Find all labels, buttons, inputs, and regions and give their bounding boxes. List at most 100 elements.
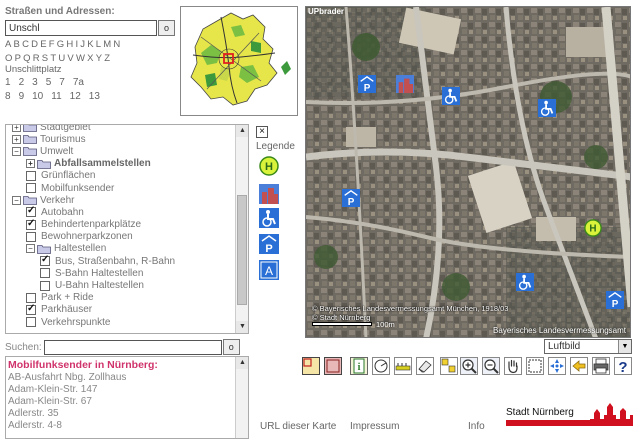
- letter-index-link[interactable]: Z: [104, 53, 110, 64]
- map-view-icon[interactable]: [302, 357, 320, 375]
- back-arrow-icon[interactable]: [570, 357, 588, 375]
- house-number-link[interactable]: 7a: [73, 77, 84, 88]
- zoom-out-icon[interactable]: [482, 357, 500, 375]
- scroll-up-icon[interactable]: ▲: [236, 357, 248, 369]
- letter-index-link[interactable]: H: [66, 39, 73, 50]
- letter-index-link[interactable]: D: [31, 39, 38, 50]
- info-icon[interactable]: i: [350, 357, 368, 375]
- results-scrollbar[interactable]: ▲: [235, 357, 248, 438]
- expand-icon[interactable]: +: [12, 134, 21, 144]
- overview-map[interactable]: [180, 6, 298, 116]
- result-item[interactable]: Adlerstr. 4-8: [6, 420, 248, 432]
- expand-icon[interactable]: +: [26, 159, 35, 169]
- letter-index-link[interactable]: V: [67, 53, 74, 64]
- layer-tree-item[interactable]: S-Bahn Haltestellen: [6, 267, 234, 279]
- overview-toggle-icon[interactable]: [324, 357, 342, 375]
- layer-tree-scrollbar[interactable]: ▲ ▼: [235, 125, 248, 333]
- layer-checkbox[interactable]: [40, 254, 50, 267]
- house-number-link[interactable]: 1: [5, 77, 11, 88]
- layer-checkbox[interactable]: [26, 292, 36, 303]
- letter-index-link[interactable]: Q: [23, 53, 31, 64]
- layer-tree-item[interactable]: Parkhäuser: [6, 303, 234, 316]
- letter-index-link[interactable]: M: [103, 39, 111, 50]
- city-logo[interactable]: Stadt Nürnberg: [506, 403, 634, 433]
- layer-tree-item[interactable]: Verkehrspunkte: [6, 316, 234, 328]
- letter-index-link[interactable]: N: [113, 39, 120, 50]
- letter-index-link[interactable]: I: [75, 39, 78, 50]
- layer-checkbox[interactable]: [40, 280, 50, 291]
- layer-checkbox[interactable]: [26, 303, 36, 315]
- layer-checkbox[interactable]: [26, 183, 36, 194]
- house-number-link[interactable]: 12: [70, 91, 81, 102]
- letter-index-link[interactable]: E: [40, 39, 47, 50]
- chevron-down-icon[interactable]: ▼: [618, 340, 631, 353]
- layer-tree-item[interactable]: Autobahn: [6, 205, 234, 218]
- layer-tree-item[interactable]: Grünflächen: [6, 170, 234, 182]
- layer-tree-scroll-thumb[interactable]: [237, 195, 247, 305]
- layer-checkbox[interactable]: [26, 231, 36, 242]
- house-number-link[interactable]: 13: [89, 91, 100, 102]
- pan-hand-icon[interactable]: [504, 357, 522, 375]
- layer-tree-item[interactable]: + Stadtgebiet: [6, 125, 234, 133]
- eraser-icon[interactable]: [416, 357, 434, 375]
- parking-garage-icon[interactable]: P: [342, 189, 360, 207]
- scale-icon[interactable]: [394, 357, 412, 375]
- main-map[interactable]: UPbrader P P H P © Bayerisches Landesver…: [305, 6, 631, 338]
- legend-close-button[interactable]: ×: [256, 126, 268, 138]
- house-number-link[interactable]: 9: [19, 91, 25, 102]
- print-icon[interactable]: [592, 357, 610, 375]
- bus-stop-icon[interactable]: H: [584, 219, 602, 237]
- layer-tree-item[interactable]: Bewohnerparkzonen: [6, 231, 234, 243]
- layer-tree-item[interactable]: + Tourismus: [6, 133, 234, 145]
- layer-checkbox[interactable]: [26, 218, 36, 230]
- measure-icon[interactable]: [372, 357, 390, 375]
- layer-tree-item[interactable]: + Abfallsammelstellen: [6, 158, 234, 170]
- scroll-down-icon[interactable]: ▼: [236, 321, 248, 333]
- info-link[interactable]: Info: [468, 421, 485, 432]
- letter-index-link[interactable]: L: [96, 39, 101, 50]
- house-number-link[interactable]: 8: [5, 91, 11, 102]
- print-area-icon[interactable]: [440, 357, 458, 375]
- layer-tree-item[interactable]: Behindertenparkplätze: [6, 218, 234, 231]
- letter-index-link[interactable]: P: [15, 53, 22, 64]
- result-item[interactable]: AB-Ausfahrt Nbg. Zollhaus: [6, 372, 248, 384]
- letter-index-link[interactable]: O: [5, 53, 13, 64]
- impressum-link[interactable]: Impressum: [350, 421, 399, 432]
- house-number-link[interactable]: 5: [46, 77, 52, 88]
- letter-index-link[interactable]: A: [5, 39, 12, 50]
- street-result-name[interactable]: Unschlittplatz: [5, 64, 177, 76]
- layer-tree-item[interactable]: Bus, Straßenbahn, R-Bahn: [6, 254, 234, 267]
- letter-index-link[interactable]: S: [42, 53, 49, 64]
- result-item[interactable]: Adlerstr. 35: [6, 408, 248, 420]
- result-item[interactable]: Adam-Klein-Str. 67: [6, 396, 248, 408]
- house-number-link[interactable]: 3: [32, 77, 38, 88]
- letter-index-link[interactable]: C: [22, 39, 29, 50]
- layer-tree-item[interactable]: Mobilfunksender: [6, 182, 234, 194]
- parking-garage-icon[interactable]: P: [606, 291, 624, 309]
- letter-index-link[interactable]: Y: [96, 53, 103, 64]
- house-number-link[interactable]: 7: [59, 77, 65, 88]
- wheelchair-icon[interactable]: [442, 87, 460, 105]
- expand-icon[interactable]: +: [12, 125, 21, 132]
- zoom-in-icon[interactable]: [460, 357, 478, 375]
- parking-garage-icon[interactable]: P: [358, 75, 376, 93]
- help-icon[interactable]: ?: [614, 357, 632, 375]
- map-layer-select[interactable]: Luftbild ▼: [544, 339, 632, 354]
- letter-index-link[interactable]: F: [49, 39, 55, 50]
- layer-checkbox[interactable]: [26, 170, 36, 181]
- street-search-go-button[interactable]: o: [158, 20, 175, 36]
- layer-tree-item[interactable]: − Umwelt: [6, 145, 234, 157]
- collapse-icon[interactable]: −: [26, 244, 35, 254]
- map-url-link[interactable]: URL dieser Karte: [260, 421, 336, 432]
- house-number-link[interactable]: 11: [51, 91, 61, 102]
- letter-index-link[interactable]: G: [57, 39, 65, 50]
- building-icon[interactable]: [396, 75, 414, 93]
- result-item[interactable]: Adam-Klein-Str. 147: [6, 384, 248, 396]
- search-input[interactable]: [43, 339, 222, 355]
- collapse-icon[interactable]: −: [12, 195, 21, 205]
- layer-tree-item[interactable]: − Verkehr: [6, 194, 234, 206]
- street-search-input[interactable]: [5, 20, 157, 36]
- layer-tree-item[interactable]: Park + Ride: [6, 292, 234, 304]
- house-number-link[interactable]: 10: [32, 91, 43, 102]
- layer-checkbox[interactable]: [40, 268, 50, 279]
